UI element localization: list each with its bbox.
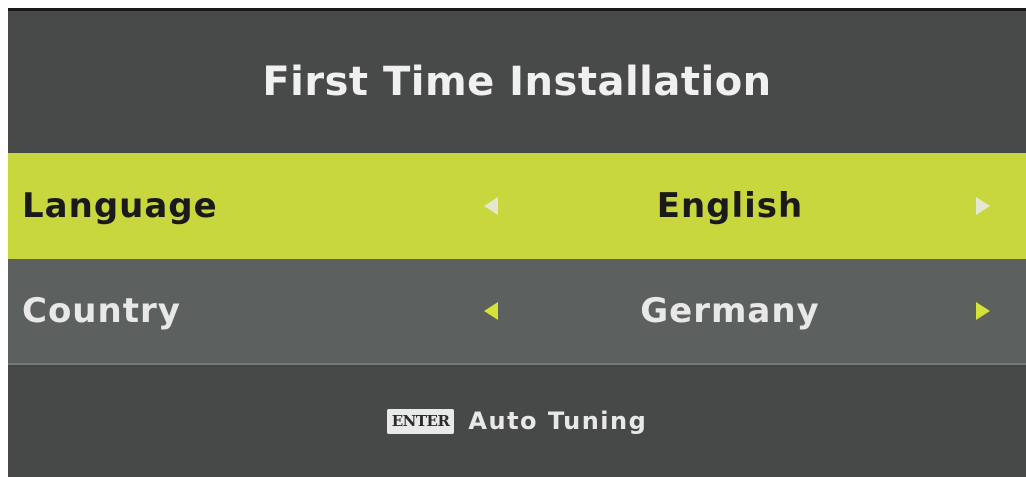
language-arrow-right-icon[interactable] bbox=[976, 197, 990, 215]
title-bar: First Time Installation bbox=[8, 11, 1026, 155]
country-value: Germany bbox=[640, 291, 820, 331]
country-arrow-right-icon[interactable] bbox=[976, 302, 990, 320]
auto-tuning-label: Auto Tuning bbox=[468, 407, 648, 435]
country-arrow-left-icon[interactable] bbox=[484, 302, 498, 320]
country-label: Country bbox=[22, 291, 181, 331]
menu-title: First Time Installation bbox=[262, 59, 772, 105]
language-label: Language bbox=[22, 186, 218, 226]
enter-key-icon: ENTER bbox=[386, 408, 455, 434]
language-arrow-left-icon[interactable] bbox=[484, 197, 498, 215]
country-row[interactable]: Country Germany bbox=[8, 259, 1026, 365]
auto-tuning-hint[interactable]: ENTER Auto Tuning bbox=[386, 407, 648, 435]
first-time-installation-menu: First Time Installation Language English… bbox=[8, 8, 1026, 477]
language-value: English bbox=[656, 186, 804, 226]
footer: ENTER Auto Tuning bbox=[8, 367, 1026, 477]
language-row[interactable]: Language English bbox=[8, 153, 1026, 259]
